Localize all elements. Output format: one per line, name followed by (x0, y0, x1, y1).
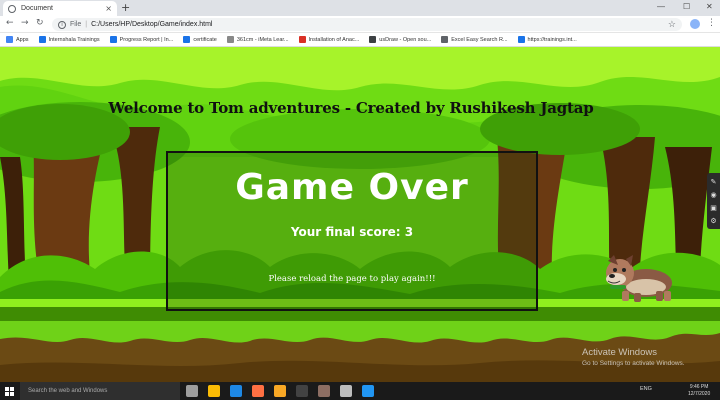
bookmark-favicon-icon (517, 36, 525, 43)
tab-document[interactable]: Document × (3, 1, 117, 16)
bookmark-label: Apps (16, 36, 29, 43)
taskbar-pinned-apps (186, 382, 384, 400)
chrome-icon[interactable] (208, 385, 220, 397)
bookmark-label: Internshala Trainings (48, 36, 100, 43)
bookmark-star-icon[interactable]: ☆ (668, 19, 676, 30)
url-omnibox[interactable]: i File | C:/Users/HP/Desktop/Game/index.… (52, 18, 682, 31)
game-viewport: Welcome to Tom adventures - Created by R… (0, 47, 720, 382)
back-icon[interactable]: ← (6, 18, 14, 28)
webcam-icon[interactable]: ▣ (710, 204, 717, 212)
bookmark-favicon-icon (226, 36, 234, 43)
bookmark-favicon-icon (441, 36, 449, 43)
bookmark-favicon-icon (38, 36, 46, 43)
menu-icon[interactable]: ⋮ (707, 18, 716, 28)
edge-icon[interactable] (230, 385, 242, 397)
bookmark-favicon-icon (109, 36, 117, 43)
app2-icon[interactable] (340, 385, 352, 397)
game-over-title: Game Over (235, 167, 469, 208)
globe-icon (8, 4, 16, 13)
bookmark-label: Progress Report | In... (119, 36, 174, 43)
profile-avatar[interactable] (690, 19, 700, 29)
activate-windows-watermark: Activate Windows Go to Settings to activ… (582, 347, 685, 367)
screen-recorder-toolbar: ✎ ◉ ▣ ⚙ (707, 173, 720, 229)
bookmark-item[interactable]: usDraw - Open sou... (369, 36, 431, 43)
bookmark-item[interactable]: 361cm - iMeta Lear... (226, 36, 289, 43)
activate-title: Activate Windows (582, 347, 657, 358)
reload-icon[interactable]: ↻ (36, 18, 44, 28)
apps-grid-icon (6, 36, 13, 43)
info-icon[interactable]: i (58, 20, 66, 29)
bookmarks-bar: Apps Internshala Trainings Progress Report… (0, 33, 720, 47)
tab-title: Document (21, 5, 53, 12)
bookmark-item[interactable]: Progress Report | In... (109, 36, 174, 43)
welcome-heading: Welcome to Tom adventures - Created by R… (108, 99, 594, 117)
camera-icon[interactable]: ◉ (710, 191, 716, 199)
reload-instruction: Please reload the page to play again!!! (268, 274, 436, 284)
clock-time: 9:46 PM (689, 384, 709, 390)
firefox-icon[interactable] (252, 385, 264, 397)
tray-language[interactable]: ENG (640, 386, 652, 392)
windows-taskbar: Search the web and Windows ENG 9:46 PM 1… (0, 382, 720, 400)
clock-date: 12/7/2020 (688, 391, 711, 397)
close-window-icon[interactable]: ✕ (706, 2, 713, 11)
url-scheme-label: File (70, 21, 82, 28)
taskbar-clock[interactable]: 9:46 PM 12/7/2020 (688, 384, 710, 398)
bookmark-favicon-icon (298, 36, 306, 43)
bookmark-item[interactable]: Internshala Trainings (38, 36, 100, 43)
address-bar-row: ← → ↻ i File | C:/Users/HP/Desktop/Game/… (0, 16, 720, 33)
bookmark-item[interactable]: Excel Easy Search R... (441, 36, 508, 43)
url-text[interactable]: C:/Users/HP/Desktop/Game/index.html (91, 21, 668, 28)
bookmark-label: 361cm - iMeta Lear... (236, 36, 289, 43)
game-over-panel: Game Over Your final score: 3 Please rel… (166, 151, 538, 311)
close-tab-icon[interactable]: × (105, 4, 112, 13)
bookmark-item[interactable]: Installation of Anac... (298, 36, 360, 43)
bookmark-label: Excel Easy Search R... (451, 36, 508, 43)
terminal-icon[interactable] (296, 385, 308, 397)
pen-icon[interactable]: ✎ (711, 178, 717, 186)
minimize-icon[interactable]: — (657, 2, 665, 11)
vscode-icon[interactable] (362, 385, 374, 397)
task-view-icon[interactable] (186, 385, 198, 397)
bookmark-label: usDraw - Open sou... (379, 36, 432, 43)
bookmark-item[interactable]: certificate (183, 36, 217, 43)
bookmark-label: https://trainings.int... (527, 36, 577, 43)
url-separator: | (85, 21, 88, 28)
final-score-text: Your final score: 3 (290, 225, 414, 239)
bookmark-favicon-icon (369, 36, 377, 43)
explorer-icon[interactable] (274, 385, 286, 397)
bookmark-favicon-icon (183, 36, 191, 43)
bookmark-item[interactable]: Apps (6, 36, 29, 43)
new-tab-icon[interactable]: + (121, 1, 130, 15)
maximize-icon[interactable]: ☐ (683, 2, 690, 11)
tab-bar: Document × + — ☐ ✕ (0, 0, 720, 16)
settings-icon[interactable]: ⚙ (710, 217, 716, 225)
windows-start-icon[interactable] (5, 387, 14, 396)
bookmark-label: certificate (193, 36, 217, 43)
taskbar-search-box[interactable]: Search the web and Windows (20, 382, 180, 400)
bookmark-label: Installation of Anac... (308, 36, 360, 43)
bulldog-sprite (606, 255, 672, 302)
activate-subtitle: Go to Settings to activate Windows. (582, 360, 685, 367)
bookmark-item[interactable]: https://trainings.int... (517, 36, 577, 43)
system-tray: ENG (640, 386, 652, 392)
forward-icon[interactable]: → (21, 18, 29, 28)
app-icon[interactable] (318, 385, 330, 397)
